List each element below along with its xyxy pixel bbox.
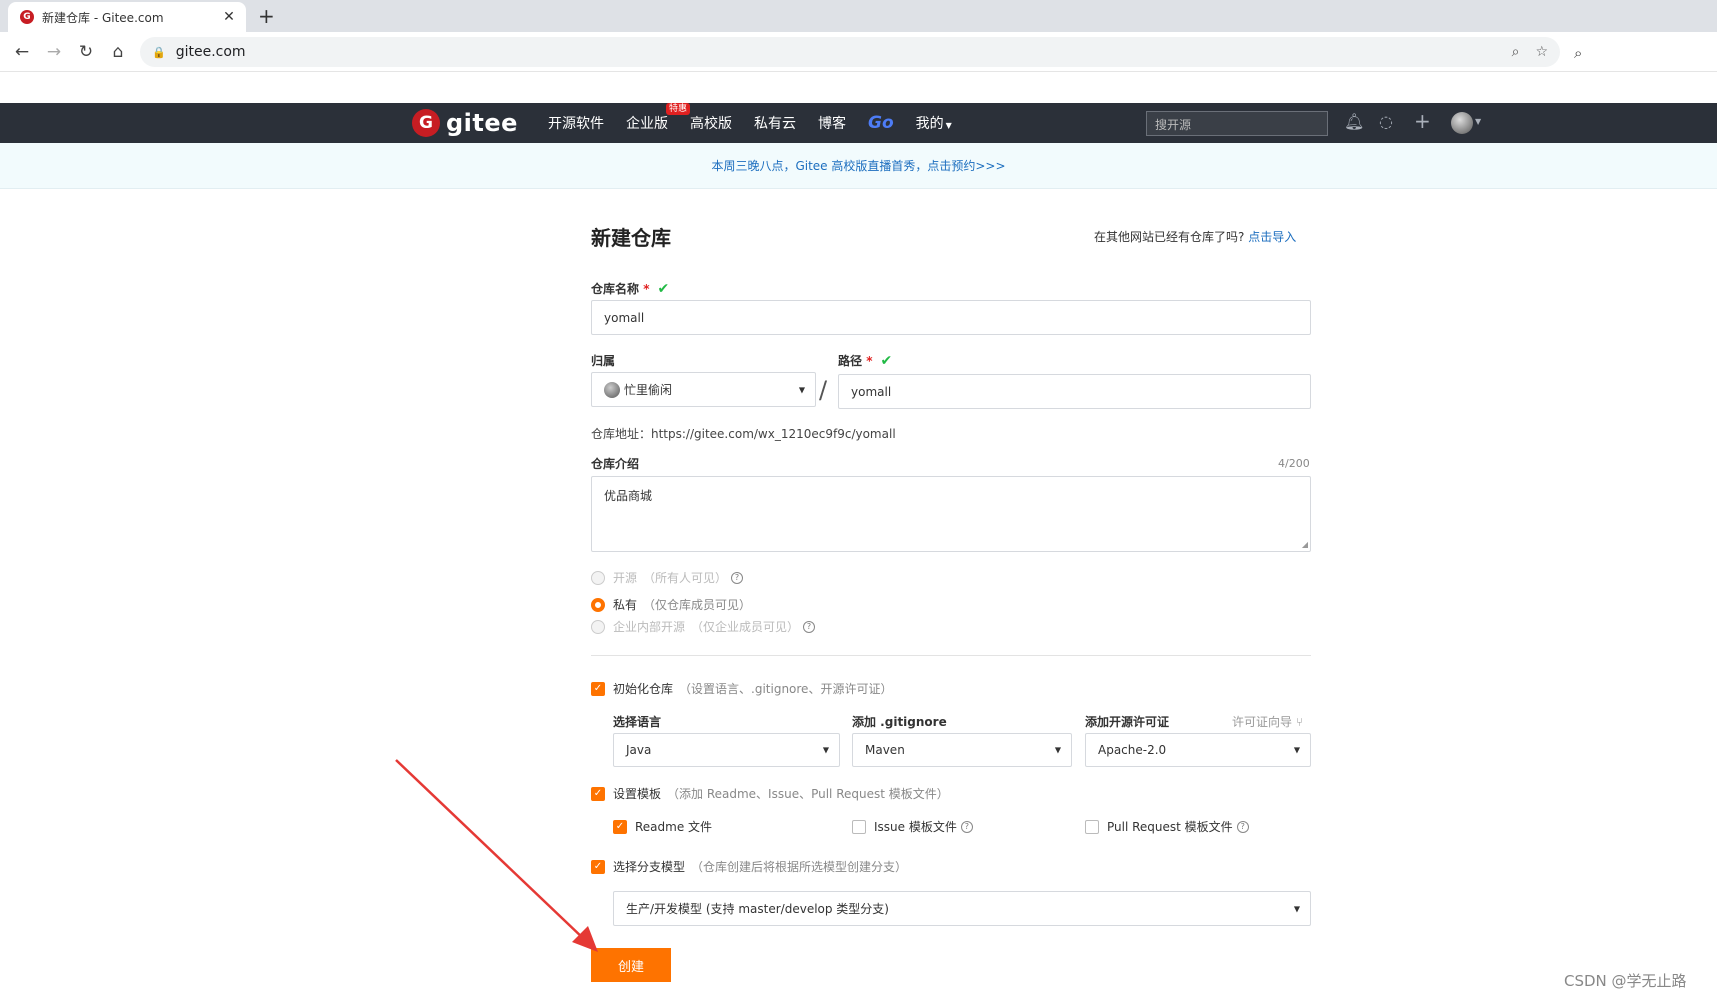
watermark: CSDN @学无止路 (1564, 972, 1687, 990)
annotation-arrow (395, 759, 598, 952)
annotation-arrow-line (395, 759, 586, 941)
